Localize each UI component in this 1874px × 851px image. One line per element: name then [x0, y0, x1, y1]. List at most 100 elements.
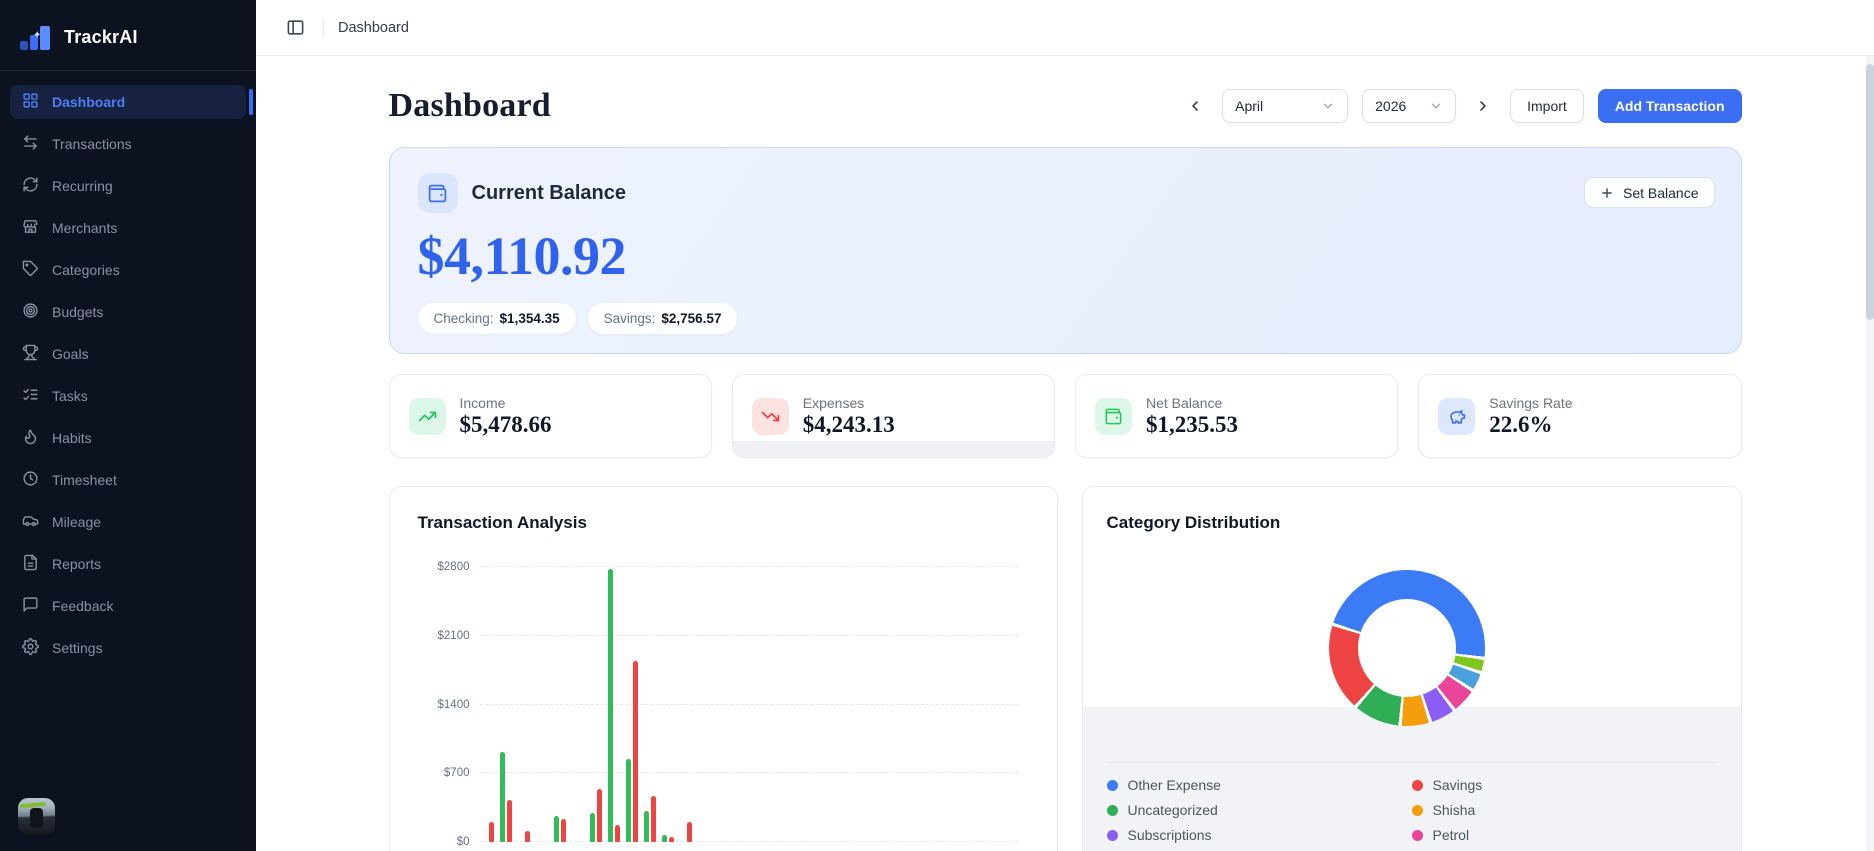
sidebar-item-label: Habits: [52, 430, 92, 446]
topbar-divider: [323, 18, 324, 37]
sidebar-item-recurring[interactable]: Recurring: [10, 169, 246, 203]
dashboard-grid-icon: [22, 92, 39, 112]
savings-balance-pill: Savings: $2,756.57: [587, 303, 738, 334]
chevron-left-icon: [1192, 101, 1198, 111]
set-balance-button[interactable]: Set Balance: [1584, 177, 1715, 208]
account-pills: Checking: $1,354.35 Savings: $2,756.57: [417, 303, 1713, 334]
legend-item[interactable]: Subscriptions: [1106, 826, 1412, 844]
store-icon: [22, 218, 39, 238]
stat-value: $5,478.66: [459, 411, 552, 437]
sidebar-item-habits[interactable]: Habits: [10, 421, 246, 455]
stat-label: Expenses: [802, 394, 865, 411]
current-balance-amount: $4,110.92: [417, 226, 627, 286]
sidebar-item-label: Dashboard: [52, 94, 126, 110]
sidebar-item-categories[interactable]: Categories: [10, 253, 246, 287]
legend-dot: [1411, 829, 1423, 841]
bar-expenses-day-2: [507, 799, 513, 842]
clock-icon: [22, 470, 39, 490]
sidebar-item-merchants[interactable]: Merchants: [10, 211, 246, 245]
import-button[interactable]: Import: [1510, 89, 1584, 123]
category-distribution-card: Category Distribution Other Expense Savi…: [1081, 486, 1742, 851]
legend-dot: [1106, 829, 1118, 841]
sidebar-item-settings[interactable]: Settings: [10, 631, 246, 665]
stats-row: Income $5,478.66 Expenses $4,243.13 Net …: [388, 374, 1742, 458]
trophy-icon: [22, 344, 39, 364]
bar-expenses-day-9: [633, 661, 639, 842]
stat-value: 22.6%: [1489, 411, 1553, 437]
sidebar-item-label: Settings: [52, 640, 103, 656]
prev-month-button[interactable]: [1182, 93, 1208, 119]
sidebar-item-mileage[interactable]: Mileage: [10, 505, 246, 539]
year-select[interactable]: 2026: [1362, 89, 1457, 123]
page-head: Dashboard April 2026 Import Add Transact…: [389, 87, 1742, 125]
car-icon: [22, 512, 39, 532]
trending-down-icon: [751, 397, 789, 435]
net-balance-stat-card: Net Balance $1,235.53: [1075, 374, 1399, 458]
chevron-down-icon: [1431, 103, 1441, 109]
logo-bars-icon: ✦: [20, 22, 54, 52]
sidebar-item-label: Goals: [52, 346, 89, 362]
sidebar-item-goals[interactable]: Goals: [10, 337, 246, 371]
sidebar-nav: Dashboard Transactions Recurring Merchan…: [0, 81, 256, 851]
category-legend: Other Expense Savings Uncategorized Shis…: [1083, 763, 1741, 851]
legend-item[interactable]: Uncategorized: [1106, 801, 1412, 819]
scrollbar-thumb[interactable]: [1866, 64, 1874, 320]
bar-expenses-day-7: [597, 789, 603, 842]
page-title: Dashboard: [388, 87, 551, 124]
sidebar-item-dashboard[interactable]: Dashboard: [10, 85, 253, 119]
trending-up-icon: [408, 397, 446, 435]
legend-item[interactable]: Petrol: [1411, 826, 1717, 844]
sidebar-divider: [0, 70, 256, 71]
balance-card-head: Current Balance: [417, 173, 1713, 213]
legend-item[interactable]: Other Expense: [1106, 776, 1412, 794]
refresh-icon: [22, 176, 39, 196]
bar-income-day-2: [500, 751, 506, 842]
sidebar-item-reports[interactable]: Reports: [10, 547, 246, 581]
wallet-icon: [1095, 397, 1132, 435]
transaction-analysis-card: Transaction Analysis $0 $700 $1400 $2100 $28…: [388, 486, 1058, 851]
bar-expenses-day-1: [489, 822, 495, 842]
sidebar-item-label: Feedback: [52, 598, 114, 614]
bar-expenses-day-10: [651, 796, 657, 842]
message-square-icon: [22, 596, 39, 616]
sidebar-item-label: Categories: [52, 262, 120, 278]
add-transaction-button[interactable]: Add Transaction: [1597, 89, 1742, 123]
wallet-icon: [417, 173, 458, 213]
next-month-button[interactable]: [1470, 93, 1496, 119]
sidebar-item-transactions[interactable]: Transactions: [10, 127, 246, 161]
bar-expenses-day-8: [615, 825, 621, 842]
legend-dot: [1106, 779, 1118, 791]
scrollbar-track[interactable]: [1866, 56, 1874, 851]
bar-income-day-10: [644, 810, 650, 842]
donut-chart: [1328, 570, 1485, 726]
income-stat-card: Income $5,478.66: [388, 374, 712, 458]
current-balance-card: Current Balance Set Balance $4,110.92 Ch…: [388, 147, 1742, 354]
period-controls: April 2026 Import Add Transaction: [1182, 89, 1742, 123]
month-select[interactable]: April: [1222, 89, 1349, 123]
stat-label: Income: [459, 394, 506, 411]
sidebar-toggle-button[interactable]: [281, 14, 309, 42]
topbar: Dashboard: [256, 0, 1874, 56]
stat-value: $1,235.53: [1146, 411, 1238, 437]
balance-card-title: Current Balance: [471, 181, 627, 204]
hover-overlay: [732, 441, 1054, 457]
file-text-icon: [22, 554, 39, 574]
legend-dot: [1106, 804, 1118, 816]
flame-icon: [22, 428, 39, 448]
stat-label: Savings Rate: [1489, 394, 1573, 411]
user-avatar[interactable]: [18, 798, 55, 835]
bar-expenses-day-11: [669, 836, 675, 842]
sidebar-item-tasks[interactable]: Tasks: [10, 379, 246, 413]
legend-item[interactable]: Shisha: [1411, 801, 1717, 819]
sidebar-item-label: Transactions: [52, 136, 132, 152]
legend-item[interactable]: Savings: [1411, 776, 1717, 794]
target-icon: [22, 302, 39, 322]
sidebar-item-budgets[interactable]: Budgets: [10, 295, 246, 329]
gear-icon: [22, 638, 39, 658]
list-checks-icon: [22, 386, 39, 406]
sidebar-item-timesheet[interactable]: Timesheet: [10, 463, 246, 497]
sidebar-item-feedback[interactable]: Feedback: [10, 589, 246, 623]
bar-income-day-7: [590, 812, 596, 842]
bar-income-day-8: [608, 568, 614, 842]
plus-icon: [1602, 187, 1612, 198]
